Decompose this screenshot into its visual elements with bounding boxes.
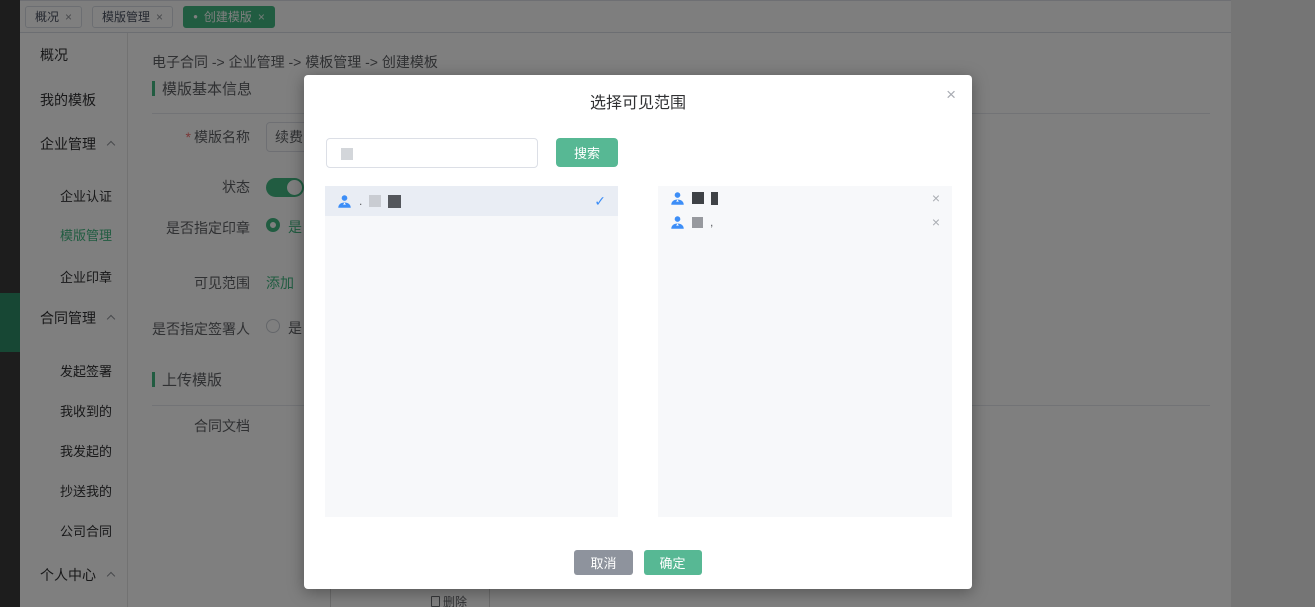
dialog-title: 选择可见范围 bbox=[304, 89, 972, 113]
user-icon bbox=[337, 194, 352, 209]
redacted-text-block bbox=[711, 192, 718, 205]
available-members-panel: .✓ bbox=[325, 186, 618, 517]
member-search-input[interactable] bbox=[326, 138, 538, 168]
user-icon bbox=[670, 191, 685, 206]
dialog-close-icon[interactable]: × bbox=[946, 86, 956, 103]
user-icon bbox=[670, 215, 685, 230]
select-scope-dialog: 选择可见范围 × 搜索 .✓ ×,× 取消 确定 bbox=[304, 75, 972, 589]
redacted-search-text bbox=[341, 148, 353, 160]
member-text: , bbox=[710, 215, 713, 229]
member-text: . bbox=[359, 194, 362, 208]
confirm-button[interactable]: 确定 bbox=[644, 550, 702, 575]
member-row[interactable]: ,× bbox=[658, 210, 952, 234]
search-button[interactable]: 搜索 bbox=[556, 138, 618, 167]
dialog-footer: 取消 确定 bbox=[304, 550, 972, 575]
redacted-text-block bbox=[369, 195, 381, 207]
member-row[interactable]: .✓ bbox=[325, 186, 618, 216]
remove-member-icon[interactable]: × bbox=[932, 190, 940, 206]
cancel-button[interactable]: 取消 bbox=[574, 550, 632, 575]
check-icon: ✓ bbox=[594, 193, 606, 210]
selected-members-panel: ×,× bbox=[658, 186, 952, 517]
redacted-text-block bbox=[388, 195, 401, 208]
remove-member-icon[interactable]: × bbox=[932, 214, 940, 230]
redacted-text-block bbox=[692, 192, 704, 204]
member-row[interactable]: × bbox=[658, 186, 952, 210]
redacted-text-block bbox=[692, 217, 703, 228]
page: 概况 × 模版管理 × ● 创建模版 × 概况 我的模板 企业管理 企业认证 模… bbox=[0, 0, 1315, 607]
